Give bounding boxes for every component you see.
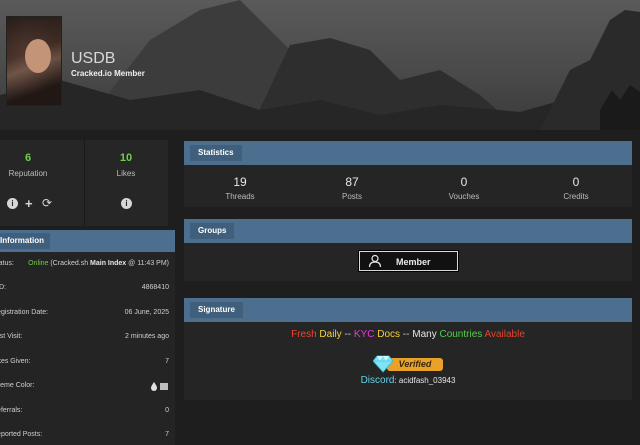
- statistics-title: Statistics: [190, 145, 242, 161]
- status-value: Online (Cracked.sh Main Index @ 11:43 PM…: [28, 260, 169, 267]
- info-row-theme-color: Theme Color:: [0, 374, 175, 398]
- credits-label: Credits: [563, 192, 589, 201]
- sig-word: Many: [412, 329, 437, 340]
- reputation-label: Reputation: [8, 169, 48, 178]
- username: USDB: [71, 50, 116, 67]
- likes-label: Likes: [116, 169, 136, 178]
- info-row-reported-posts: Reported Posts: 7: [0, 423, 175, 445]
- refresh-icon[interactable]: ⟳: [42, 197, 52, 210]
- groups-title: Groups: [190, 223, 235, 239]
- likes-stat[interactable]: 10 Likes: [84, 152, 168, 178]
- statistics-header: Statistics: [184, 141, 632, 165]
- reputation-value: 6: [24, 152, 32, 164]
- info-key: Theme Color:: [0, 382, 35, 389]
- info-value: 2 minutes ago: [125, 333, 169, 340]
- theme-color-picker[interactable]: [151, 382, 169, 393]
- posts-label: Posts: [341, 192, 362, 201]
- threads-label: Threads: [225, 192, 255, 201]
- sig-word: KYC: [353, 329, 375, 340]
- groups-header: Groups: [184, 219, 632, 243]
- sig-word: Docs: [374, 329, 401, 340]
- info-icon[interactable]: i: [7, 198, 18, 209]
- info-row-uid: UID: 4868410: [0, 276, 175, 300]
- info-row-status: Status: Online (Cracked.sh Main Index @ …: [0, 252, 175, 276]
- info-row-referrals: Referrals: 0: [0, 399, 175, 423]
- online-status: Online: [28, 260, 49, 267]
- sig-word: Fresh: [291, 329, 317, 340]
- information-header: Information: [0, 230, 175, 252]
- info-key: Referrals:: [0, 407, 23, 414]
- signature-title: Signature: [190, 302, 243, 318]
- discord-contact: Discord: acidfash_03943: [360, 375, 456, 386]
- location-link[interactable]: Main Index: [90, 260, 126, 267]
- info-value: 7: [165, 431, 169, 438]
- droplet-icon: [151, 382, 168, 391]
- information-panel: Status: Online (Cracked.sh Main Index @ …: [0, 252, 175, 445]
- info-value: 0: [165, 407, 169, 414]
- discord-handle[interactable]: acidfash_03943: [399, 376, 456, 385]
- information-title: Information: [0, 233, 50, 249]
- profile-banner: USDB Cracked.io Member: [0, 0, 640, 130]
- signature-header: Signature: [184, 298, 632, 322]
- vouches-value: 0: [460, 175, 468, 189]
- reputation-stat[interactable]: 6 Reputation: [0, 152, 70, 178]
- threads-stat[interactable]: 19 Threads: [184, 175, 296, 201]
- posts-stat[interactable]: 87 Posts: [296, 175, 408, 201]
- info-key: Likes Given:: [0, 358, 31, 365]
- vouches-stat[interactable]: 0 Vouches: [408, 175, 520, 201]
- reputation-likes-box: 6 Reputation 10 Likes i + ⟳ i: [0, 140, 168, 226]
- info-icon[interactable]: i: [121, 198, 132, 209]
- signature-text: Fresh Daily -- KYC Docs -- Many Countrie…: [184, 329, 632, 340]
- info-row-registration: Registration Date: 06 June, 2025: [0, 301, 175, 325]
- credits-value: 0: [572, 175, 580, 189]
- verified-label: Verified: [387, 358, 443, 371]
- statistics-panel: 19 Threads 87 Posts 0 Vouches 0 Credits: [184, 165, 632, 207]
- user-title: Cracked.io Member: [71, 69, 145, 78]
- member-group-badge[interactable]: Member: [359, 251, 458, 271]
- sig-word: Daily: [316, 329, 342, 340]
- sig-word: --: [400, 329, 413, 340]
- vouches-label: Vouches: [448, 192, 480, 201]
- posts-value: 87: [345, 175, 359, 189]
- info-key: Reported Posts:: [0, 431, 43, 438]
- info-value: 4868410: [141, 284, 169, 291]
- verified-badge: Verified: [373, 355, 445, 373]
- info-value: 7: [165, 358, 169, 365]
- info-row-likes-given: Likes Given: 7: [0, 350, 175, 374]
- threads-value: 19: [233, 175, 247, 189]
- user-icon: [368, 254, 382, 268]
- likes-value: 10: [119, 152, 133, 164]
- sig-word: Countries: [436, 329, 483, 340]
- info-value: 06 June, 2025: [124, 309, 169, 316]
- info-key: UID:: [0, 284, 6, 291]
- sig-word: --: [341, 329, 354, 340]
- avatar: [6, 16, 62, 106]
- plus-icon[interactable]: +: [25, 197, 33, 210]
- discord-label: Discord: [360, 375, 395, 386]
- info-key: Status:: [0, 260, 14, 267]
- info-row-last-visit: Last Visit: 2 minutes ago: [0, 325, 175, 349]
- diamond-icon: [373, 355, 393, 373]
- sig-word: Available: [482, 329, 525, 340]
- info-key: Last Visit:: [0, 333, 23, 340]
- credits-stat[interactable]: 0 Credits: [520, 175, 632, 201]
- info-key: Registration Date:: [0, 309, 49, 316]
- member-label: Member: [396, 257, 431, 267]
